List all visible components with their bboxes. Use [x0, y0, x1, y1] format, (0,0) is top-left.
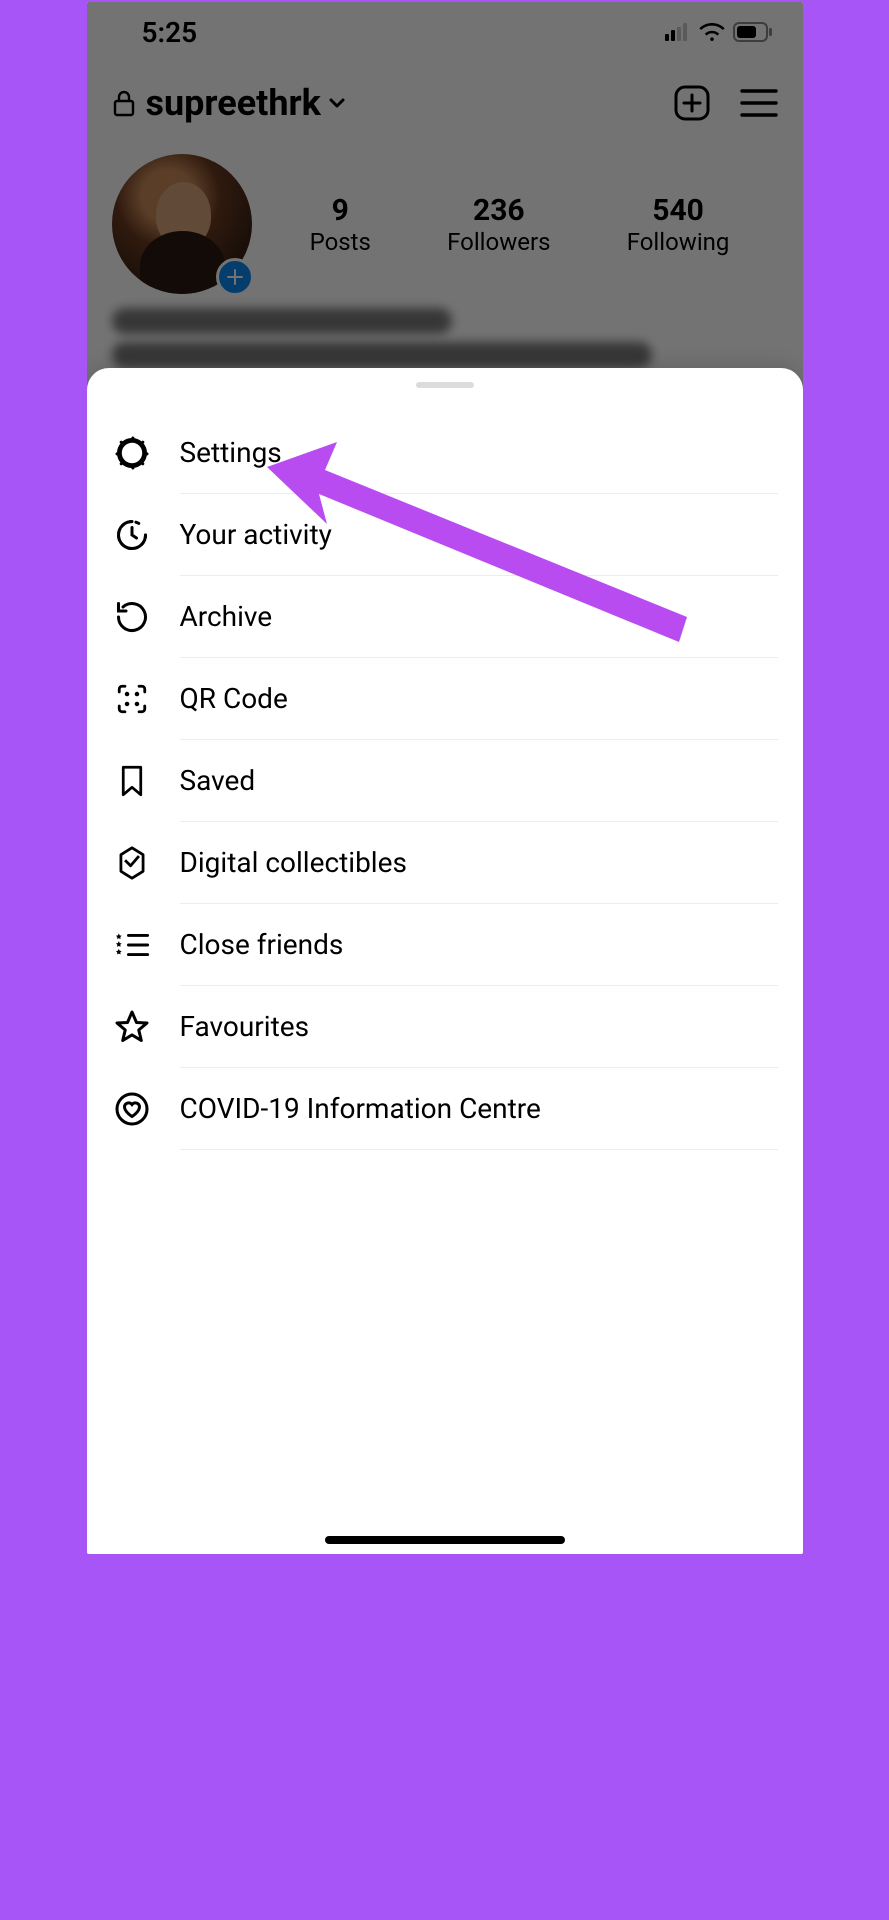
archive-icon: [112, 597, 152, 637]
options-menu: Settings Your activity Archive QR Code: [87, 412, 803, 1150]
menu-label: Digital collectibles: [180, 822, 778, 904]
menu-item-covid-info[interactable]: COVID-19 Information Centre: [112, 1068, 778, 1150]
menu-label: Settings: [180, 412, 778, 494]
menu-label: COVID-19 Information Centre: [180, 1068, 778, 1150]
menu-item-your-activity[interactable]: Your activity: [112, 494, 778, 576]
menu-label: Favourites: [180, 986, 778, 1068]
options-sheet: Settings Your activity Archive QR Code: [87, 368, 803, 1554]
qr-code-icon: [112, 679, 152, 719]
menu-item-favourites[interactable]: Favourites: [112, 986, 778, 1068]
sheet-grabber[interactable]: [416, 382, 474, 388]
menu-item-close-friends[interactable]: Close friends: [112, 904, 778, 986]
menu-item-archive[interactable]: Archive: [112, 576, 778, 658]
home-indicator[interactable]: [325, 1536, 565, 1544]
menu-item-saved[interactable]: Saved: [112, 740, 778, 822]
close-friends-icon: [112, 925, 152, 965]
menu-label: Close friends: [180, 904, 778, 986]
menu-item-settings[interactable]: Settings: [112, 412, 778, 494]
heart-circle-icon: [112, 1089, 152, 1129]
menu-item-digital-collectibles[interactable]: Digital collectibles: [112, 822, 778, 904]
gear-icon: [112, 433, 152, 473]
activity-icon: [112, 515, 152, 555]
collectible-icon: [112, 843, 152, 883]
star-icon: [112, 1007, 152, 1047]
menu-label: QR Code: [180, 658, 778, 740]
menu-label: Your activity: [180, 494, 778, 576]
device-frame: 5:25 supreethrk: [85, 0, 805, 1556]
menu-label: Saved: [180, 740, 778, 822]
bookmark-icon: [112, 761, 152, 801]
menu-label: Archive: [180, 576, 778, 658]
menu-item-qr-code[interactable]: QR Code: [112, 658, 778, 740]
